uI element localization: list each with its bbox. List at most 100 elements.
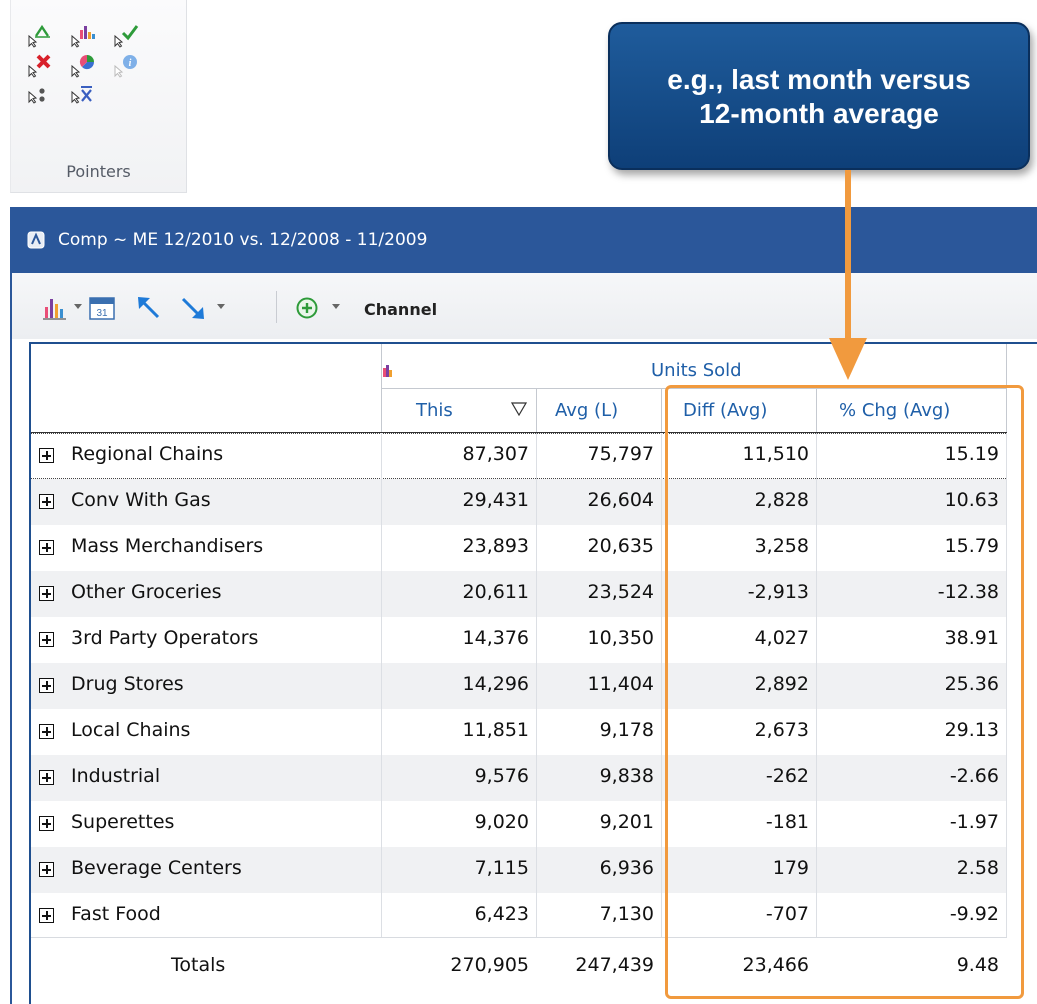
row-label: Superettes [71, 811, 175, 833]
annotation-arrow-shaft [845, 170, 851, 340]
column-header-avg[interactable]: Avg (L) [555, 400, 618, 421]
cell-this: 23,893 [462, 535, 529, 557]
pointer-dots-icon[interactable] [27, 84, 53, 110]
channel-dimension-label[interactable]: Channel [364, 300, 437, 319]
pointer-chart-icon[interactable] [70, 22, 96, 48]
expand-row-icon[interactable] [39, 908, 54, 923]
cell-this: 6,423 [474, 903, 529, 925]
cell-pct-chg-avg: 25.36 [944, 673, 999, 695]
filter-icon[interactable] [511, 402, 527, 416]
expand-row-icon[interactable] [39, 678, 54, 693]
expand-row-icon[interactable] [39, 632, 54, 647]
cell-this: 14,296 [462, 673, 529, 695]
row-label: Drug Stores [71, 673, 184, 695]
cell-diff-avg: 2,892 [754, 673, 809, 695]
column-header-this[interactable]: This [416, 400, 453, 421]
cell-pct-chg-avg: 10.63 [944, 489, 999, 511]
svg-text:31: 31 [96, 308, 108, 319]
add-circle-icon[interactable] [294, 295, 320, 321]
pointer-trend-icon[interactable] [27, 22, 53, 48]
row-label: Beverage Centers [71, 857, 242, 879]
cell-this: 14,376 [462, 627, 529, 649]
cell-this: 9,020 [474, 811, 529, 833]
row-label: Mass Merchandisers [71, 535, 264, 557]
expand-row-icon[interactable] [39, 494, 54, 509]
cell-diff-avg: 2,673 [754, 719, 809, 741]
expand-row-icon[interactable] [39, 862, 54, 877]
expand-row-icon[interactable] [39, 816, 54, 831]
totals-pct: 9.48 [956, 954, 999, 976]
row-label: 3rd Party Operators [71, 627, 259, 649]
group-header-units-sold[interactable]: Units Sold [651, 360, 742, 381]
report-window: Comp ~ ME 12/2010 vs. 12/2008 - 11/2009 … [10, 207, 1037, 1004]
row-label: Conv With Gas [71, 489, 211, 511]
callout-line-2: 12-month average [699, 98, 939, 129]
cell-avg: 10,350 [587, 627, 654, 649]
toolbar-separator [276, 291, 277, 323]
cell-avg: 11,404 [587, 673, 654, 695]
cell-pct-chg-avg: 15.79 [944, 535, 999, 557]
arrow-dropdown-caret[interactable] [217, 304, 225, 309]
pointer-info-icon[interactable]: i [113, 52, 139, 78]
cell-this: 87,307 [462, 443, 529, 465]
cell-diff-avg: 2,828 [754, 489, 809, 511]
cell-pct-chg-avg: -9.92 [949, 903, 999, 925]
chart-type-dropdown-caret[interactable] [74, 304, 82, 309]
cell-diff-avg: 3,258 [754, 535, 809, 557]
cell-avg: 26,604 [587, 489, 654, 511]
arrow-down-right-icon[interactable] [179, 295, 209, 321]
cell-diff-avg: -707 [765, 903, 809, 925]
cell-avg: 6,936 [599, 857, 654, 879]
column-header-pct-chg-avg[interactable]: % Chg (Avg) [839, 400, 950, 421]
ribbon-group-label: Pointers [66, 162, 131, 181]
totals-diff: 23,466 [742, 954, 809, 976]
row-label: Regional Chains [71, 443, 224, 465]
expand-row-icon[interactable] [39, 724, 54, 739]
cell-pct-chg-avg: 2.58 [956, 857, 999, 879]
data-grid: Units Sold This Avg (L) Diff (Avg) % Chg… [29, 342, 1037, 1004]
measure-chart-icon [383, 365, 392, 377]
callout-line-1: e.g., last month versus [667, 64, 971, 95]
pointer-pie-icon[interactable] [70, 52, 96, 78]
pointer-delete-icon[interactable] [27, 52, 53, 78]
annotation-callout: e.g., last month versus 12-month average [608, 22, 1030, 170]
cell-diff-avg: -181 [765, 811, 809, 833]
annotation-arrow-head [829, 338, 867, 380]
cell-pct-chg-avg: 29.13 [944, 719, 999, 741]
column-header-diff-avg[interactable]: Diff (Avg) [683, 400, 767, 421]
cell-this: 7,115 [474, 857, 529, 879]
expand-row-icon[interactable] [39, 586, 54, 601]
add-dropdown-caret[interactable] [332, 304, 340, 309]
window-title: Comp ~ ME 12/2010 vs. 12/2008 - 11/2009 [58, 230, 428, 250]
chart-type-icon[interactable] [42, 295, 68, 321]
row-label: Industrial [71, 765, 161, 787]
cell-pct-chg-avg: -2.66 [949, 765, 999, 787]
report-toolbar: 31 Channel [12, 273, 1037, 339]
svg-text:i: i [129, 58, 132, 69]
cell-diff-avg: 4,027 [754, 627, 809, 649]
calendar-icon[interactable]: 31 [88, 295, 116, 321]
cell-pct-chg-avg: -1.97 [949, 811, 999, 833]
pointer-check-icon[interactable] [113, 22, 139, 48]
expand-row-icon[interactable] [39, 540, 54, 555]
cell-avg: 20,635 [587, 535, 654, 557]
cell-this: 9,576 [474, 765, 529, 787]
cell-pct-chg-avg: -12.38 [937, 581, 999, 603]
cell-avg: 9,178 [599, 719, 654, 741]
expand-row-icon[interactable] [39, 770, 54, 785]
pointers-ribbon-group: i Pointers [10, 0, 187, 193]
expand-row-icon[interactable] [39, 448, 54, 463]
pointer-clear-icon[interactable] [70, 84, 96, 110]
cell-diff-avg: 179 [772, 857, 809, 879]
cell-avg: 7,130 [599, 903, 654, 925]
cell-pct-chg-avg: 15.19 [944, 443, 999, 465]
window-title-bar: Comp ~ ME 12/2010 vs. 12/2008 - 11/2009 [10, 207, 1037, 273]
totals-this: 270,905 [450, 954, 529, 976]
row-label: Other Groceries [71, 581, 222, 603]
row-label: Fast Food [71, 903, 161, 925]
totals-label: Totals [171, 954, 226, 976]
cell-diff-avg: 11,510 [742, 443, 809, 465]
cell-diff-avg: -262 [765, 765, 809, 787]
arrow-up-left-icon[interactable] [134, 295, 164, 321]
row-label: Local Chains [71, 719, 191, 741]
